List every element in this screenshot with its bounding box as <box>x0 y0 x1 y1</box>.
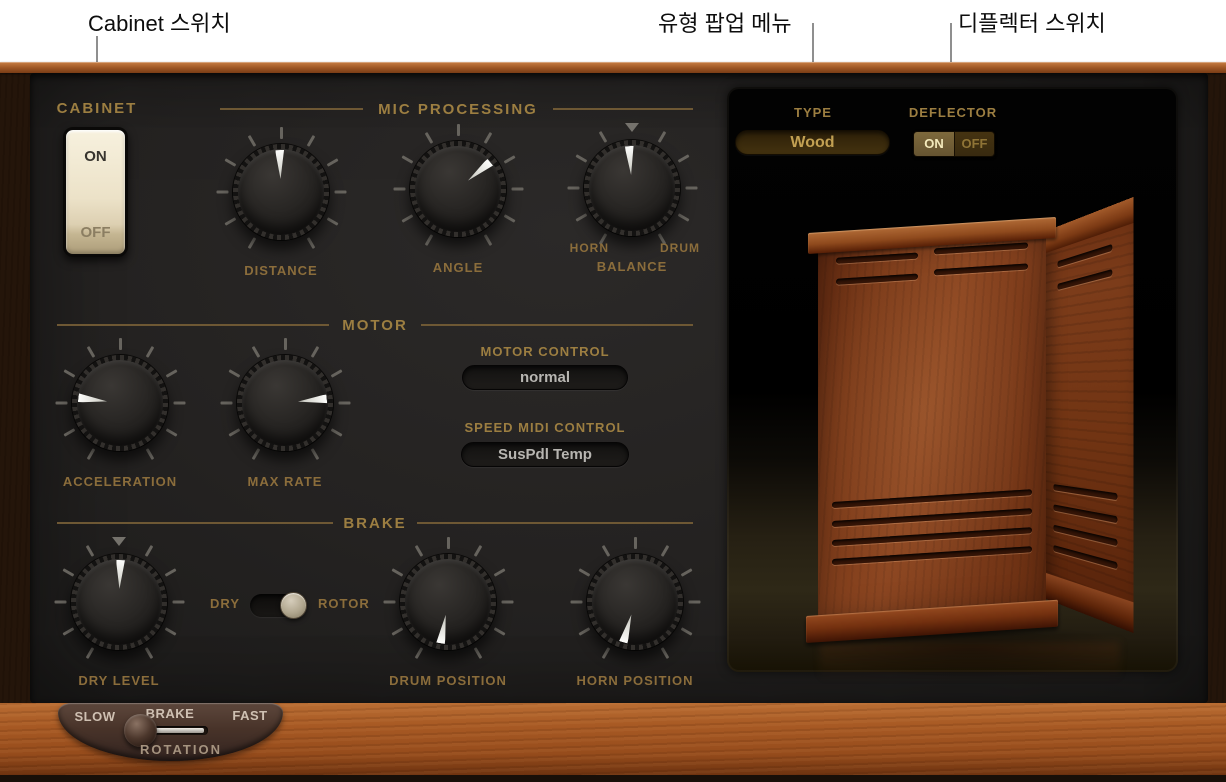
wood-frame-top <box>0 62 1226 73</box>
drum-position-knob[interactable]: DRUM POSITION <box>373 527 523 697</box>
type-label: TYPE <box>763 105 863 120</box>
deflector-label: DEFLECTOR <box>903 105 1003 120</box>
knob-pointer <box>203 114 358 269</box>
motor-control-label: MOTOR CONTROL <box>445 344 645 359</box>
max-rate-knob[interactable]: MAX RATE <box>210 328 360 498</box>
motor-control-popup[interactable]: normal <box>462 365 628 390</box>
knob-label: ACCELERATION <box>45 474 195 489</box>
annotation-deflector-switch: 디플렉터 스위치 <box>958 6 1106 38</box>
speed-midi-control-popup[interactable]: SusPdl Temp <box>461 442 629 467</box>
deflector-on-button[interactable]: ON <box>914 132 954 156</box>
type-popup-menu[interactable]: Wood <box>735 130 890 155</box>
knob-label: HORN POSITION <box>560 673 710 688</box>
knob-pointer <box>36 319 203 486</box>
balance-drum-label: DRUM <box>660 241 710 255</box>
rotor-cabinet-plugin-window: CABINET ON OFF MIC PROCESSING DISTANCE A… <box>0 62 1226 782</box>
deflector-off-button[interactable]: OFF <box>954 132 994 156</box>
horn-position-knob[interactable]: HORN POSITION <box>560 527 710 697</box>
knob-label: DRY LEVEL <box>44 673 194 688</box>
wood-frame-left <box>0 62 30 782</box>
annotation-type-popup: 유형 팝업 메뉴 <box>658 6 792 38</box>
deflector-switch[interactable]: ON OFF <box>913 131 995 157</box>
cabinet-switch[interactable]: ON OFF <box>63 127 128 257</box>
distance-knob[interactable]: DISTANCE <box>206 117 356 287</box>
balance-knob[interactable]: HORN DRUM BALANCE <box>557 113 707 283</box>
mic-header-line-left <box>220 108 363 110</box>
bottom-shadow-strip <box>0 775 1226 782</box>
speed-midi-control-label: SPEED MIDI CONTROL <box>445 420 645 435</box>
knob-label: DISTANCE <box>206 263 356 278</box>
balance-horn-label: HORN <box>559 241 609 255</box>
wood-frame-right <box>1208 62 1226 782</box>
knob-pointer <box>203 321 368 486</box>
cabinet-section-label: CABINET <box>47 100 147 117</box>
rotation-title: ROTATION <box>140 742 200 757</box>
toggle-rotor-label: ROTOR <box>318 596 378 611</box>
knob-label: MAX RATE <box>210 474 360 489</box>
knob-label: BALANCE <box>557 259 707 274</box>
rotation-slow-label[interactable]: SLOW <box>65 709 125 724</box>
lever-shaft[interactable] <box>152 728 204 733</box>
cabinet-floor-reflection <box>820 642 1120 690</box>
toggle-knob[interactable] <box>280 592 307 619</box>
dry-level-knob[interactable]: DRY LEVEL <box>44 527 194 697</box>
brake-header-line-right <box>417 522 693 524</box>
motor-header-line-right <box>421 324 693 326</box>
dry-rotor-toggle[interactable] <box>250 594 307 617</box>
screenshot-root: Cabinet 스위치 유형 팝업 메뉴 디플렉터 스위치 CABINET ON… <box>0 0 1226 782</box>
knob-label: DRUM POSITION <box>373 673 523 688</box>
cabinet-switch-off-label[interactable]: OFF <box>66 224 125 241</box>
cabinet-switch-on-label[interactable]: ON <box>66 148 125 165</box>
cabinet-side-face <box>1046 197 1133 633</box>
cabinet-display-panel: TYPE Wood DEFLECTOR ON OFF <box>727 87 1178 672</box>
rotation-fast-label[interactable]: FAST <box>220 708 280 723</box>
wood-cabinet-image <box>800 222 1135 692</box>
toggle-dry-label: DRY <box>180 596 240 611</box>
knob-label: ANGLE <box>383 260 533 275</box>
acceleration-knob[interactable]: ACCELERATION <box>45 328 195 498</box>
knob-pointer <box>41 524 196 679</box>
knob-pointer <box>361 515 535 689</box>
annotation-cabinet-switch: Cabinet 스위치 <box>88 6 231 38</box>
cabinet-front-face <box>818 232 1046 620</box>
brake-header-line-left <box>57 522 333 524</box>
angle-knob[interactable]: ANGLE <box>383 114 533 284</box>
